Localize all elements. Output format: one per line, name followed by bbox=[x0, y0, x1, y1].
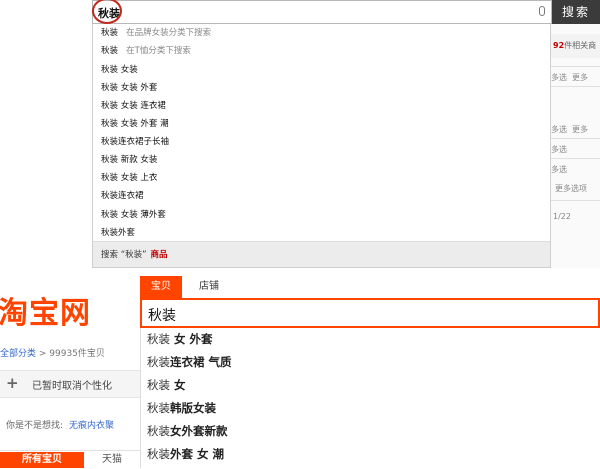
multi-select-link[interactable]: 多选 bbox=[551, 72, 567, 83]
suggestion-item[interactable]: 秋装 女 外套 bbox=[147, 328, 213, 350]
suggestion-item[interactable]: 秋装 女装 外套 bbox=[101, 79, 157, 97]
suggestion-item[interactable]: 秋装连衣裙 bbox=[101, 187, 144, 205]
divider bbox=[551, 138, 600, 139]
multi-select-link[interactable]: 多选 bbox=[551, 164, 567, 175]
taobao-logo[interactable]: 淘宝网 bbox=[0, 288, 91, 332]
suggestion-item[interactable]: 秋装连衣裙子长袖 bbox=[101, 133, 169, 151]
tab-shops[interactable]: 店铺 bbox=[186, 276, 232, 298]
suggestion-item[interactable]: 秋装 在T恤分类下搜索 bbox=[101, 42, 191, 60]
suggestion-item[interactable]: 秋装女外套新款 bbox=[147, 420, 228, 442]
breadcrumb-count: 99935件宝贝 bbox=[49, 349, 105, 359]
plus-icon[interactable]: + bbox=[6, 374, 19, 392]
search-goods-footer[interactable]: 搜索 “秋装” 商品 bbox=[93, 241, 550, 267]
suggestion-item[interactable]: 秋装 女装 上衣 bbox=[101, 169, 157, 187]
divider bbox=[551, 200, 600, 201]
result-count: 92件相关商 bbox=[553, 41, 597, 50]
personalize-bar: + 已暂时取消个性化 bbox=[0, 370, 140, 398]
top-search-panel: 92件相关商 多选 更多 多选 更多 多选 多选 更多选项 1/22 秋装 搜索… bbox=[0, 0, 600, 268]
suggestion-item[interactable]: 秋装 女装 连衣裙 bbox=[101, 97, 166, 115]
divider bbox=[551, 66, 600, 67]
suggestion-item[interactable]: 秋装 在品牌女装分类下搜索 bbox=[101, 24, 211, 42]
tab-tmall[interactable]: 天猫 bbox=[90, 452, 134, 468]
search-input[interactable]: 秋装 bbox=[92, 0, 552, 24]
hint-label: 你是不是想找: bbox=[6, 421, 64, 431]
suggestion-item[interactable]: 秋装外套 女 潮 bbox=[147, 443, 224, 465]
tab-items[interactable]: 宝贝 bbox=[140, 276, 182, 298]
search-button[interactable]: 搜索 bbox=[552, 0, 600, 24]
bottom-search-panel: 淘宝网 全部分类 > 99935件宝贝 + 已暂时取消个性化 你是不是想找: 无痕… bbox=[0, 268, 600, 468]
multi-select-link[interactable]: 多选 bbox=[551, 144, 567, 155]
suggestion-item[interactable]: 秋装连衣裙 气质 bbox=[147, 351, 232, 373]
more-link[interactable]: 更多 bbox=[572, 124, 588, 135]
suggestion-item[interactable]: 秋装韩版女装 bbox=[147, 397, 216, 419]
main-search-query: 秋装 bbox=[148, 308, 176, 324]
personalize-text: 已暂时取消个性化 bbox=[32, 381, 112, 392]
main-search-input[interactable]: 秋装 bbox=[140, 298, 600, 328]
suggestion-item[interactable]: 秋装 女 bbox=[147, 374, 186, 396]
divider bbox=[551, 158, 600, 159]
did-you-mean: 你是不是想找: 无痕内衣聚 bbox=[6, 418, 114, 431]
tab-all-items[interactable]: 所有宝贝 bbox=[0, 452, 84, 468]
suggestion-item[interactable]: 秋装 女装 bbox=[101, 61, 138, 79]
hint-link[interactable]: 无痕内衣聚 bbox=[69, 421, 114, 431]
main-suggestion-dropdown: 秋装 女 外套 秋装连衣裙 气质 秋装 女 秋装韩版女装 秋装女外套新款 秋装外… bbox=[140, 328, 600, 468]
microphone-icon[interactable] bbox=[539, 6, 545, 16]
suggestion-item[interactable]: 秋装 女装 薄外套 bbox=[101, 206, 166, 224]
suggestion-item[interactable]: 秋装外套 bbox=[101, 224, 135, 242]
breadcrumb: 全部分类 > 99935件宝贝 bbox=[0, 349, 105, 359]
multi-select-link[interactable]: 多选 bbox=[551, 124, 567, 135]
suggestion-item[interactable]: 秋装 新款 女装 bbox=[101, 151, 157, 169]
divider bbox=[551, 86, 600, 87]
suggestion-dropdown: 秋装 在品牌女装分类下搜索 秋装 在T恤分类下搜索 秋装 女装 秋装 女装 外套… bbox=[92, 24, 551, 268]
page-indicator: 1/22 bbox=[553, 212, 571, 221]
breadcrumb-all-categories[interactable]: 全部分类 bbox=[0, 349, 36, 359]
more-link[interactable]: 更多 bbox=[572, 72, 588, 83]
more-options-link[interactable]: 更多选项 bbox=[555, 183, 587, 194]
suggestion-item[interactable]: 秋装 女装 外套 潮 bbox=[101, 115, 169, 133]
